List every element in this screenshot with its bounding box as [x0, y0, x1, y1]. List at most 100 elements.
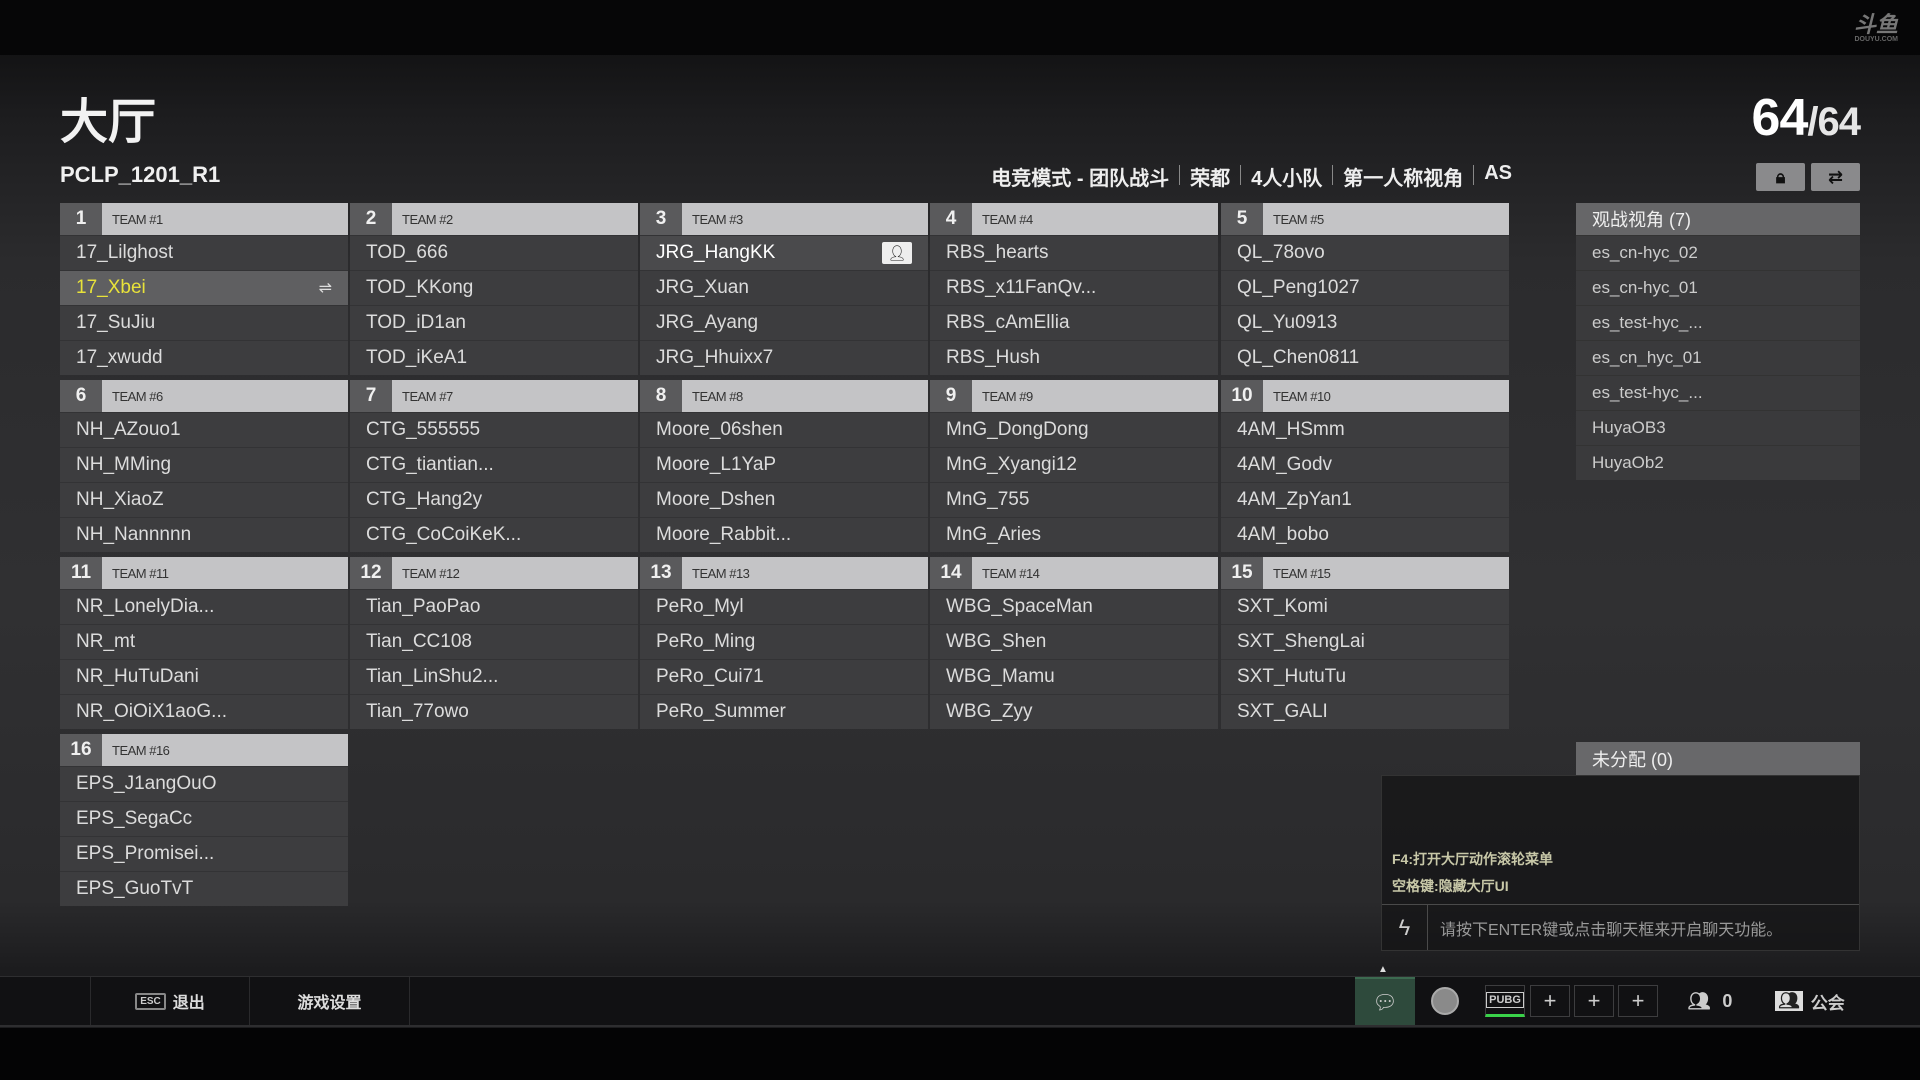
player-slot[interactable]: Moore_Rabbit... — [640, 517, 928, 552]
player-slot[interactable]: EPS_Promisei... — [60, 836, 348, 871]
player-slot[interactable]: SXT_ShengLai — [1221, 624, 1509, 659]
chat-expand-caret-icon[interactable]: ▲ — [1378, 964, 1388, 975]
player-slot[interactable]: TOD_iD1an — [350, 305, 638, 340]
player-slot[interactable]: PeRo_Myl — [640, 589, 928, 624]
player-slot[interactable]: PeRo_Ming — [640, 624, 928, 659]
spectator-slot[interactable]: HuyaOB3 — [1576, 410, 1860, 445]
team-header[interactable]: 4 TEAM #4 — [930, 203, 1218, 235]
player-slot[interactable]: Moore_L1YaP — [640, 447, 928, 482]
team-header[interactable]: 5 TEAM #5 — [1221, 203, 1509, 235]
player-slot[interactable]: Tian_LinShu2... — [350, 659, 638, 694]
player-slot[interactable]: JRG_Xuan — [640, 270, 928, 305]
player-slot[interactable]: CTG_CoCoiKeK... — [350, 517, 638, 552]
player-slot[interactable]: MnG_DongDong — [930, 412, 1218, 447]
spectator-slot[interactable]: es_test-hyc_... — [1576, 305, 1860, 340]
chat-input[interactable]: ϟ 请按下ENTER键或点击聊天框来开启聊天功能。 — [1382, 904, 1859, 950]
team-header[interactable]: 14 TEAM #14 — [930, 557, 1218, 589]
player-slot[interactable]: QL_78ovo — [1221, 235, 1509, 270]
spectator-slot[interactable]: es_cn-hyc_01 — [1576, 270, 1860, 305]
player-slot[interactable]: 4AM_HSmm — [1221, 412, 1509, 447]
team-header[interactable]: 7 TEAM #7 — [350, 380, 638, 412]
player-slot[interactable]: 17_xwudd — [60, 340, 348, 375]
team-header[interactable]: 16 TEAM #16 — [60, 734, 348, 766]
player-slot[interactable]: SXT_HutuTu — [1221, 659, 1509, 694]
exit-button[interactable]: ESC 退出 — [90, 977, 250, 1025]
spectator-header[interactable]: 观战视角 (7) — [1576, 203, 1860, 235]
player-slot[interactable]: RBS_cAmEllia — [930, 305, 1218, 340]
player-slot[interactable]: SXT_Komi — [1221, 589, 1509, 624]
team-header[interactable]: 1 TEAM #1 — [60, 203, 348, 235]
player-slot[interactable]: MnG_755 — [930, 482, 1218, 517]
player-slot[interactable]: CTG_555555 — [350, 412, 638, 447]
player-slot[interactable]: JRG_Hhuixx7 — [640, 340, 928, 375]
player-slot[interactable]: PeRo_Summer — [640, 694, 928, 729]
player-slot[interactable]: 4AM_Godv — [1221, 447, 1509, 482]
player-slot[interactable]: CTG_Hang2y — [350, 482, 638, 517]
player-slot[interactable]: WBG_Mamu — [930, 659, 1218, 694]
lightning-icon[interactable]: ϟ — [1382, 905, 1428, 950]
player-slot[interactable]: NH_MMing — [60, 447, 348, 482]
player-slot[interactable]: 4AM_ZpYan1 — [1221, 482, 1509, 517]
player-slot[interactable]: QL_Peng1027 — [1221, 270, 1509, 305]
friends-button[interactable]: 👥︎ 0 — [1670, 977, 1750, 1025]
player-slot[interactable]: EPS_J1angOuO — [60, 766, 348, 801]
team-header[interactable]: 10 TEAM #10 — [1221, 380, 1509, 412]
add-slot-button[interactable]: + — [1574, 985, 1614, 1017]
player-slot[interactable]: MnG_Xyangi12 — [930, 447, 1218, 482]
player-slot[interactable]: WBG_Zyy — [930, 694, 1218, 729]
player-slot[interactable]: NR_mt — [60, 624, 348, 659]
player-slot[interactable]: WBG_Shen — [930, 624, 1218, 659]
player-slot[interactable]: QL_Chen0811 — [1221, 340, 1509, 375]
player-slot[interactable]: JRG_HangKK 👤︎ — [640, 235, 928, 270]
player-slot[interactable]: Moore_Dshen — [640, 482, 928, 517]
player-slot[interactable]: NR_OiOiX1aoG... — [60, 694, 348, 729]
add-slot-button[interactable]: + — [1618, 985, 1658, 1017]
lock-button[interactable]: 🔒︎ — [1756, 163, 1805, 191]
guild-button[interactable]: 👥︎ 公会 — [1760, 977, 1860, 1025]
add-slot-button[interactable]: + — [1530, 985, 1570, 1017]
player-slot[interactable]: SXT_GALI — [1221, 694, 1509, 729]
player-slot[interactable]: Tian_CC108 — [350, 624, 638, 659]
spectator-slot[interactable]: HuyaOb2 — [1576, 445, 1860, 480]
spectator-slot[interactable]: es_test-hyc_... — [1576, 375, 1860, 410]
player-slot[interactable]: TOD_KKong — [350, 270, 638, 305]
player-slot[interactable]: CTG_tiantian... — [350, 447, 638, 482]
swap-toggle-button[interactable]: ⇄ — [1811, 163, 1860, 191]
chat-button[interactable]: 💬︎ — [1355, 977, 1415, 1025]
player-slot[interactable]: 4AM_bobo — [1221, 517, 1509, 552]
team-header[interactable]: 15 TEAM #15 — [1221, 557, 1509, 589]
player-slot[interactable]: PeRo_Cui71 — [640, 659, 928, 694]
team-header[interactable]: 8 TEAM #8 — [640, 380, 928, 412]
player-slot[interactable]: Moore_06shen — [640, 412, 928, 447]
player-slot[interactable]: NH_Nannnnn — [60, 517, 348, 552]
player-slot[interactable]: RBS_Hush — [930, 340, 1218, 375]
team-header[interactable]: 13 TEAM #13 — [640, 557, 928, 589]
spectator-slot[interactable]: es_cn_hyc_01 — [1576, 340, 1860, 375]
player-slot[interactable]: RBS_x11FanQv... — [930, 270, 1218, 305]
spectator-slot[interactable]: es_cn-hyc_02 — [1576, 235, 1860, 270]
player-slot[interactable]: MnG_Aries — [930, 517, 1218, 552]
player-slot[interactable]: EPS_SegaCc — [60, 801, 348, 836]
player-slot[interactable]: QL_Yu0913 — [1221, 305, 1509, 340]
game-settings-button[interactable]: 游戏设置 — [250, 977, 410, 1025]
team-header[interactable]: 11 TEAM #11 — [60, 557, 348, 589]
player-slot[interactable]: TOD_iKeA1 — [350, 340, 638, 375]
player-slot[interactable]: 17_Xbei ⇌ — [60, 270, 348, 305]
player-slot[interactable]: Tian_PaoPao — [350, 589, 638, 624]
unassigned-header[interactable]: 未分配 (0) — [1576, 742, 1860, 775]
profile-icon[interactable]: 👤︎ — [882, 242, 912, 264]
player-slot[interactable]: TOD_666 — [350, 235, 638, 270]
team-header[interactable]: 9 TEAM #9 — [930, 380, 1218, 412]
player-slot[interactable]: Tian_77owo — [350, 694, 638, 729]
team-header[interactable]: 3 TEAM #3 — [640, 203, 928, 235]
team-header[interactable]: 2 TEAM #2 — [350, 203, 638, 235]
player-slot[interactable]: 17_SuJiu — [60, 305, 348, 340]
player-slot[interactable]: JRG_Ayang — [640, 305, 928, 340]
player-slot[interactable]: NR_HuTuDani — [60, 659, 348, 694]
pubg-slot[interactable]: PUBG — [1485, 985, 1525, 1017]
radar-button[interactable] — [1420, 977, 1470, 1025]
player-slot[interactable]: NH_XiaoZ — [60, 482, 348, 517]
player-slot[interactable]: RBS_hearts — [930, 235, 1218, 270]
player-slot[interactable]: WBG_SpaceMan — [930, 589, 1218, 624]
swap-icon[interactable]: ⇌ — [319, 278, 332, 298]
